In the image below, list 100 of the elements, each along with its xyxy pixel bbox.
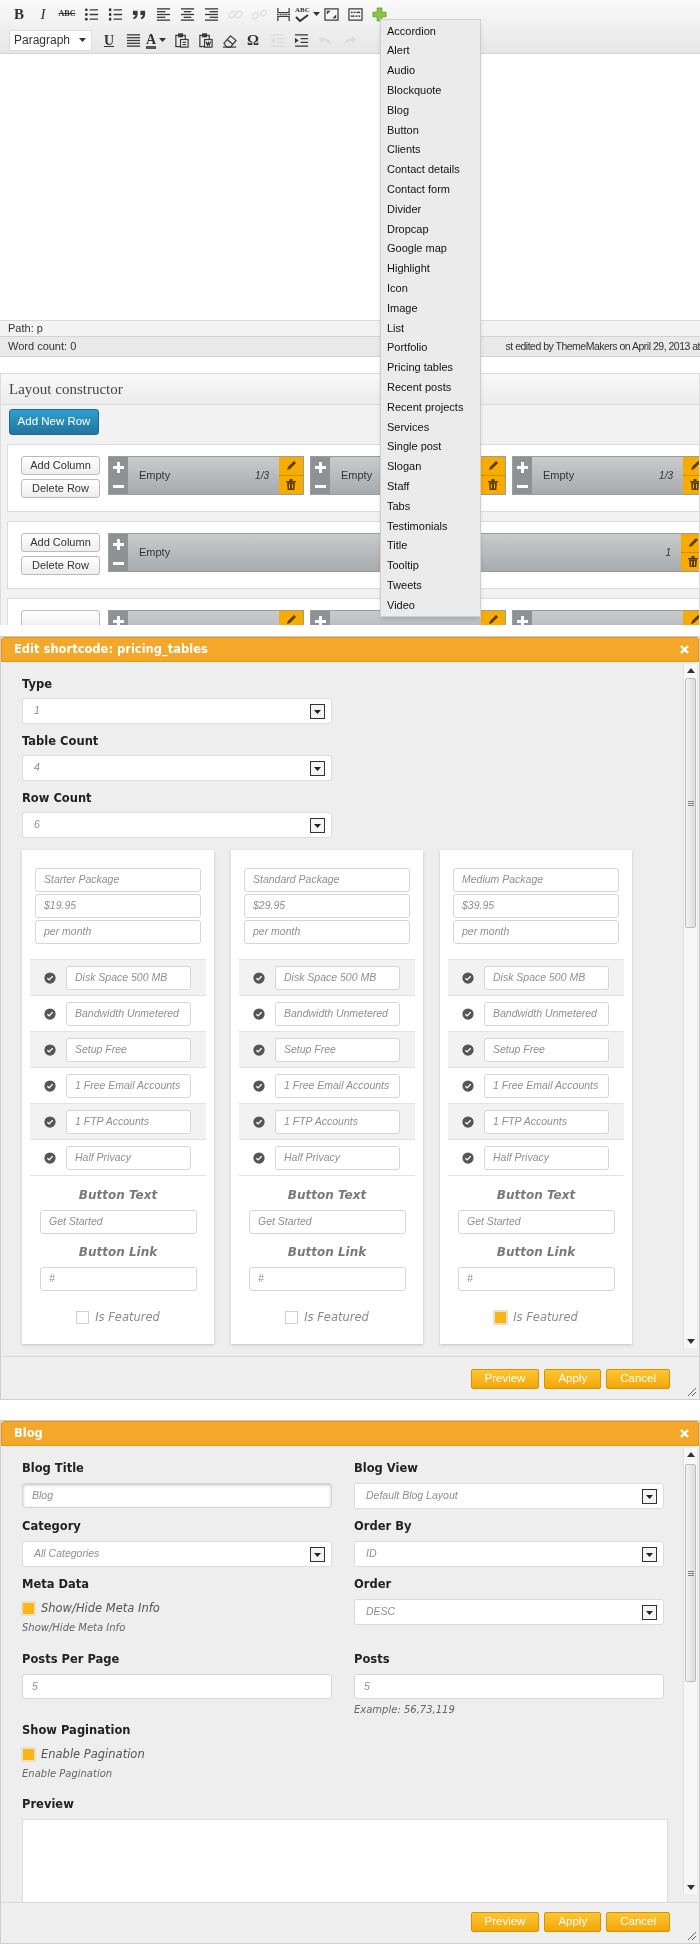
align-right-icon[interactable] (203, 6, 219, 22)
scrollbar[interactable] (683, 664, 697, 1348)
input-field[interactable]: Half Privacy (484, 1145, 609, 1170)
check-circle-icon[interactable] (462, 1151, 474, 1164)
plus-icon[interactable] (315, 462, 326, 474)
justify-icon[interactable] (125, 32, 141, 48)
bold-button[interactable]: B (10, 2, 28, 26)
menu-item[interactable]: Portfolio (381, 337, 480, 358)
input-field[interactable]: # (40, 1267, 197, 1291)
input-field[interactable]: Get Started (40, 1210, 197, 1234)
check-circle-icon[interactable] (44, 971, 56, 984)
trash-icon[interactable] (286, 479, 296, 491)
special-character-button[interactable]: Ω (243, 28, 263, 52)
row-button[interactable]: Delete Row (21, 555, 100, 575)
menu-item[interactable]: Tabs (381, 496, 480, 516)
select-field[interactable]: 1 (22, 698, 332, 724)
scroll-up-icon[interactable] (687, 668, 695, 673)
scrollbar-thumb[interactable] (685, 1464, 696, 1682)
input-field[interactable]: Setup Free (275, 1037, 400, 1062)
checkbox[interactable] (494, 1311, 508, 1325)
input-field[interactable]: Starter Package (35, 868, 201, 892)
menu-item[interactable]: Blog (381, 100, 480, 120)
numbered-list-icon[interactable] (107, 6, 123, 22)
trash-icon[interactable] (690, 479, 699, 491)
check-circle-icon[interactable] (253, 1043, 265, 1056)
check-circle-icon[interactable] (462, 1115, 474, 1128)
input-field[interactable]: Medium Package (453, 868, 619, 892)
menu-item[interactable]: Recent posts (381, 377, 480, 398)
input-field[interactable]: # (249, 1267, 406, 1291)
menu-item[interactable]: Audio (381, 60, 480, 81)
select-field[interactable]: Default Blog Layout (354, 1483, 664, 1509)
plus-icon[interactable] (113, 616, 124, 625)
input-field[interactable]: $29.95 (244, 894, 410, 918)
menu-item[interactable]: Services (381, 416, 480, 437)
menu-item[interactable]: Title (381, 535, 480, 556)
input-field[interactable]: Disk Space 500 MB (66, 965, 191, 990)
menu-item[interactable]: Single post (381, 436, 480, 457)
check-circle-icon[interactable] (44, 1151, 56, 1164)
trash-icon[interactable] (488, 479, 498, 491)
input-field[interactable]: Get Started (458, 1210, 615, 1234)
minus-icon[interactable] (113, 484, 124, 488)
input-field[interactable]: Bandwidth Unmetered (66, 1001, 191, 1026)
minus-icon[interactable] (113, 561, 124, 565)
check-circle-icon[interactable] (44, 1007, 56, 1020)
scrollbar[interactable] (683, 1448, 697, 1894)
trash-icon[interactable] (688, 556, 698, 568)
input-field[interactable]: 1 FTP Accounts (275, 1109, 400, 1134)
align-center-icon[interactable] (179, 6, 195, 22)
menu-item[interactable]: Button (381, 120, 480, 140)
input-field[interactable]: 1 Free Email Accounts (66, 1073, 191, 1098)
minus-icon[interactable] (517, 484, 528, 488)
minus-icon[interactable] (315, 484, 326, 488)
check-circle-icon[interactable] (253, 1079, 265, 1092)
check-circle-icon[interactable] (253, 1151, 265, 1164)
pencil-icon[interactable] (689, 460, 699, 472)
scroll-up-icon[interactable] (687, 1452, 695, 1457)
input-field[interactable]: 5 (22, 1674, 332, 1699)
input-field[interactable]: 1 Free Email Accounts (484, 1073, 609, 1098)
caret-icon[interactable] (159, 38, 167, 42)
align-left-icon[interactable] (155, 6, 171, 22)
checkbox[interactable] (76, 1311, 90, 1325)
clipboard-icon[interactable] (173, 32, 189, 48)
plus-icon[interactable] (517, 462, 528, 474)
input-field[interactable]: Bandwidth Unmetered (484, 1001, 609, 1026)
dialog-button[interactable]: Cancel (606, 1369, 670, 1389)
dialog-button[interactable]: Apply (544, 1912, 602, 1932)
check-circle-icon[interactable] (253, 971, 265, 984)
input-field[interactable]: Setup Free (484, 1037, 609, 1062)
text-color-button[interactable]: A (145, 33, 157, 47)
menu-item[interactable]: Pricing tables (381, 357, 480, 378)
plus-icon[interactable] (517, 616, 528, 625)
select-field[interactable]: 4 (22, 755, 332, 781)
check-circle-icon[interactable] (462, 1043, 474, 1056)
input-field[interactable]: 5 (354, 1674, 664, 1699)
dialog-button[interactable]: Apply (544, 1369, 602, 1389)
menu-item[interactable]: Testimonials (381, 515, 480, 536)
menu-item[interactable]: Highlight (381, 258, 480, 279)
scroll-down-icon[interactable] (687, 1885, 695, 1890)
menu-item[interactable]: Icon (381, 278, 480, 299)
check-circle-icon[interactable] (44, 1043, 56, 1056)
format-select[interactable]: Paragraph (9, 29, 92, 51)
toolbar-toggle-icon[interactable] (348, 6, 364, 22)
plus-icon[interactable] (113, 462, 124, 474)
menu-item[interactable]: Recent projects (381, 397, 480, 417)
caret-icon[interactable] (312, 12, 320, 16)
scroll-down-icon[interactable] (687, 1339, 695, 1344)
menu-item[interactable]: Divider (381, 199, 480, 219)
check-circle-icon[interactable] (462, 971, 474, 984)
pencil-icon[interactable] (687, 537, 699, 549)
pencil-icon[interactable] (285, 614, 297, 625)
check-circle-icon[interactable] (253, 1007, 265, 1020)
pencil-icon[interactable] (487, 460, 499, 472)
select-field[interactable]: 6 (22, 812, 332, 838)
check-circle-icon[interactable] (44, 1115, 56, 1128)
pencil-icon[interactable] (487, 614, 499, 625)
page-break-icon[interactable] (275, 6, 291, 22)
select-field[interactable]: ID (354, 1541, 664, 1567)
row-button[interactable]: Add Column (21, 455, 100, 475)
clipboard-icon[interactable] (197, 32, 213, 48)
menu-item[interactable]: Blockquote (381, 80, 480, 101)
